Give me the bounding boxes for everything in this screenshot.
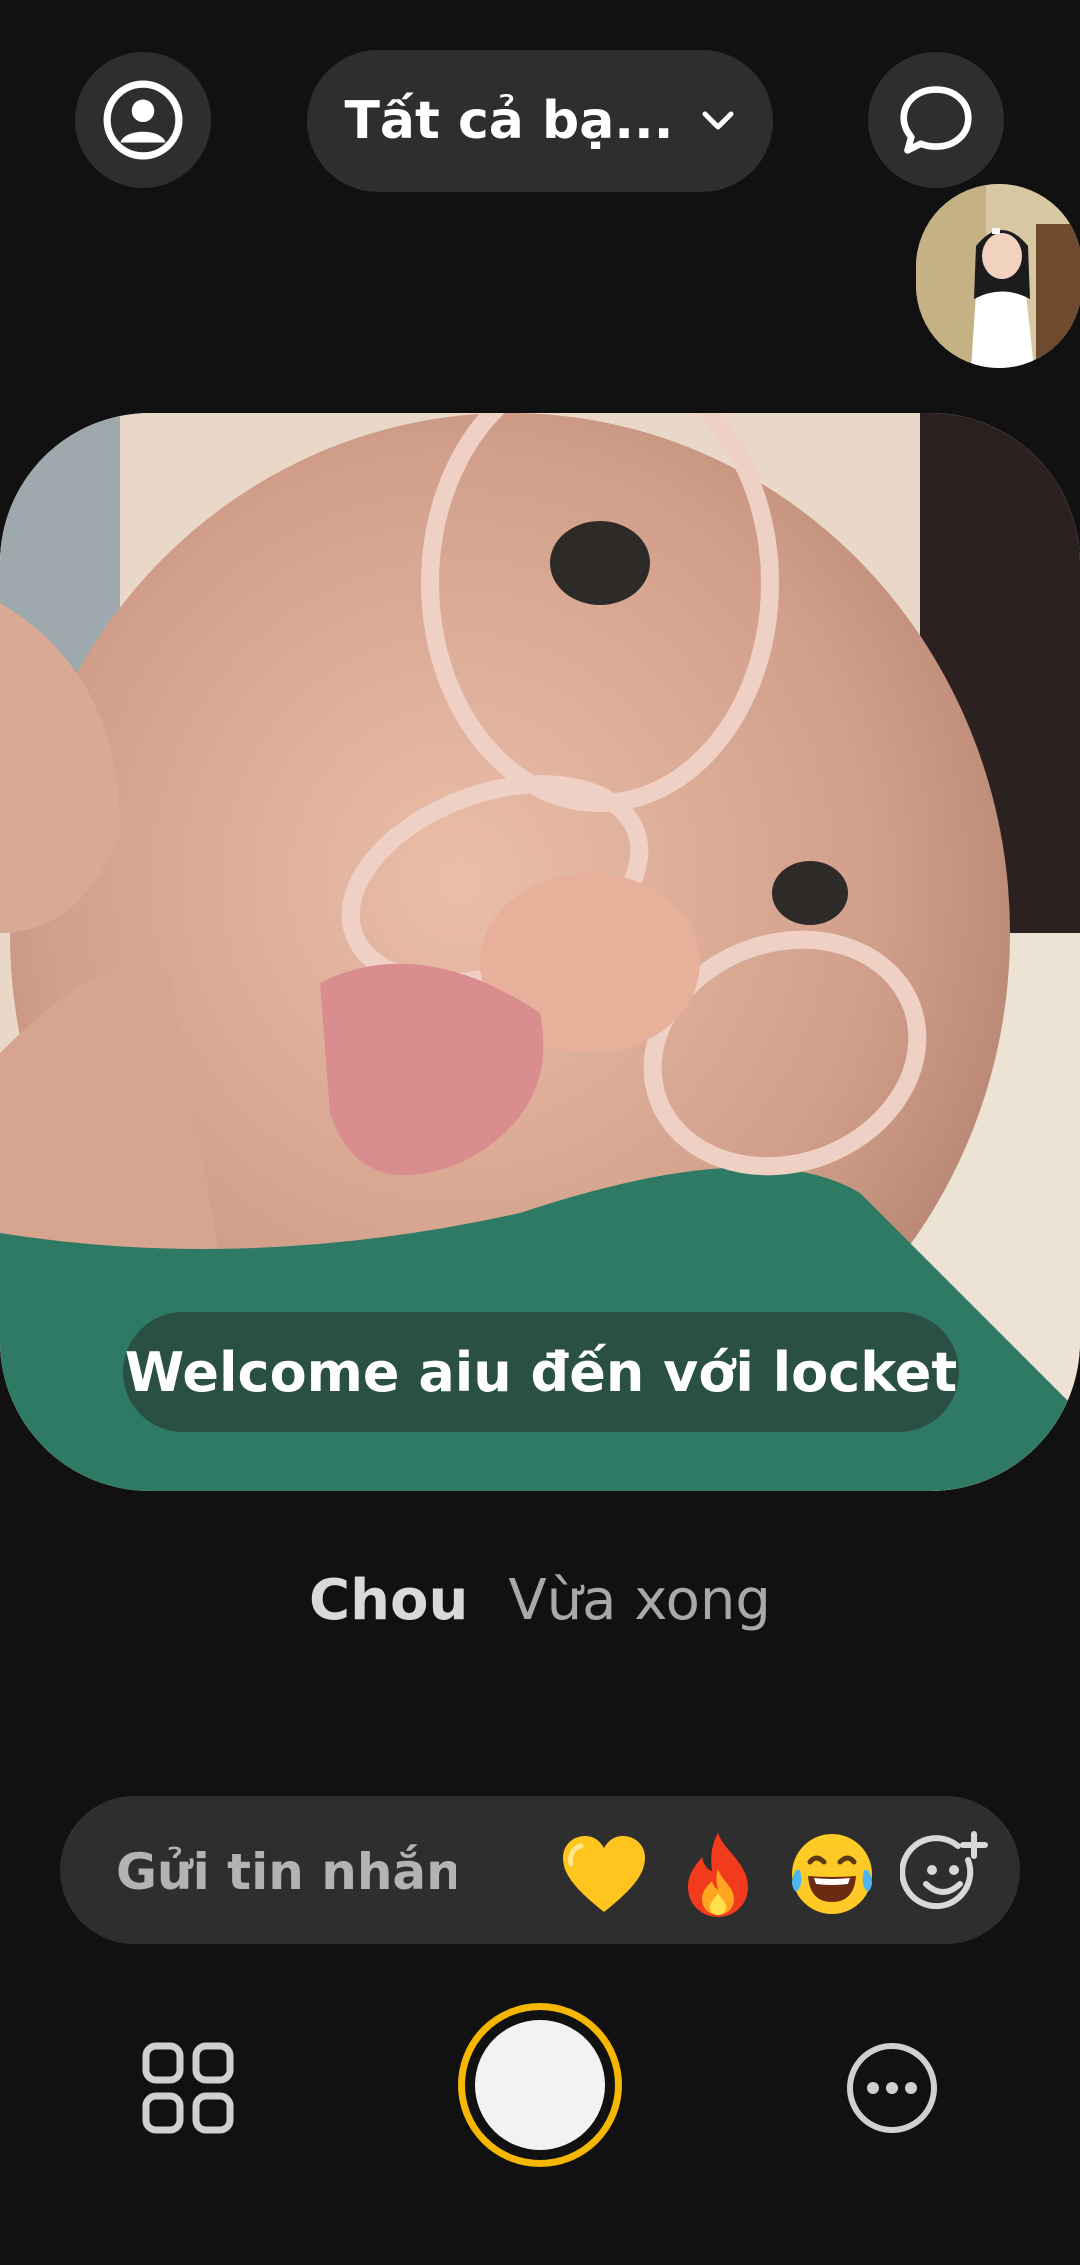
grid-icon	[142, 2042, 234, 2134]
profile-button[interactable]	[75, 52, 211, 188]
friends-filter-dropdown[interactable]: Tất cả bạ...	[307, 50, 773, 192]
chevron-down-icon	[702, 111, 734, 130]
gallery-button[interactable]	[140, 2040, 236, 2136]
sender-info: Chou Vừa xong	[0, 1560, 1080, 1640]
friend-avatar-photo	[916, 184, 1080, 368]
message-bar	[60, 1796, 1020, 1944]
shutter-inner	[475, 2020, 605, 2150]
sender-name[interactable]: Chou	[309, 1568, 468, 1633]
reaction-laugh-button[interactable]	[784, 1826, 880, 1922]
add-emoji-icon	[900, 1831, 988, 1910]
laughing-tears-icon	[792, 1834, 872, 1914]
photo-caption: Welcome aiu đến với locket	[123, 1312, 959, 1432]
fire-icon	[688, 1833, 748, 1917]
yellow-heart-icon	[563, 1836, 645, 1912]
reaction-fire-button[interactable]	[670, 1826, 766, 1922]
reaction-heart-button[interactable]	[556, 1826, 652, 1922]
profile-icon	[103, 80, 183, 160]
friends-filter-label: Tất cả bạ...	[344, 91, 674, 151]
more-options-button[interactable]	[844, 2040, 940, 2136]
sent-time: Vừa xong	[508, 1567, 771, 1633]
shutter-button[interactable]	[458, 2003, 622, 2167]
chat-bubble-icon	[900, 86, 972, 154]
messages-button[interactable]	[868, 52, 1004, 188]
message-input[interactable]	[114, 1836, 458, 1908]
more-icon	[847, 2043, 937, 2133]
add-reaction-button[interactable]	[896, 1826, 992, 1922]
friend-avatar[interactable]	[916, 184, 1080, 368]
